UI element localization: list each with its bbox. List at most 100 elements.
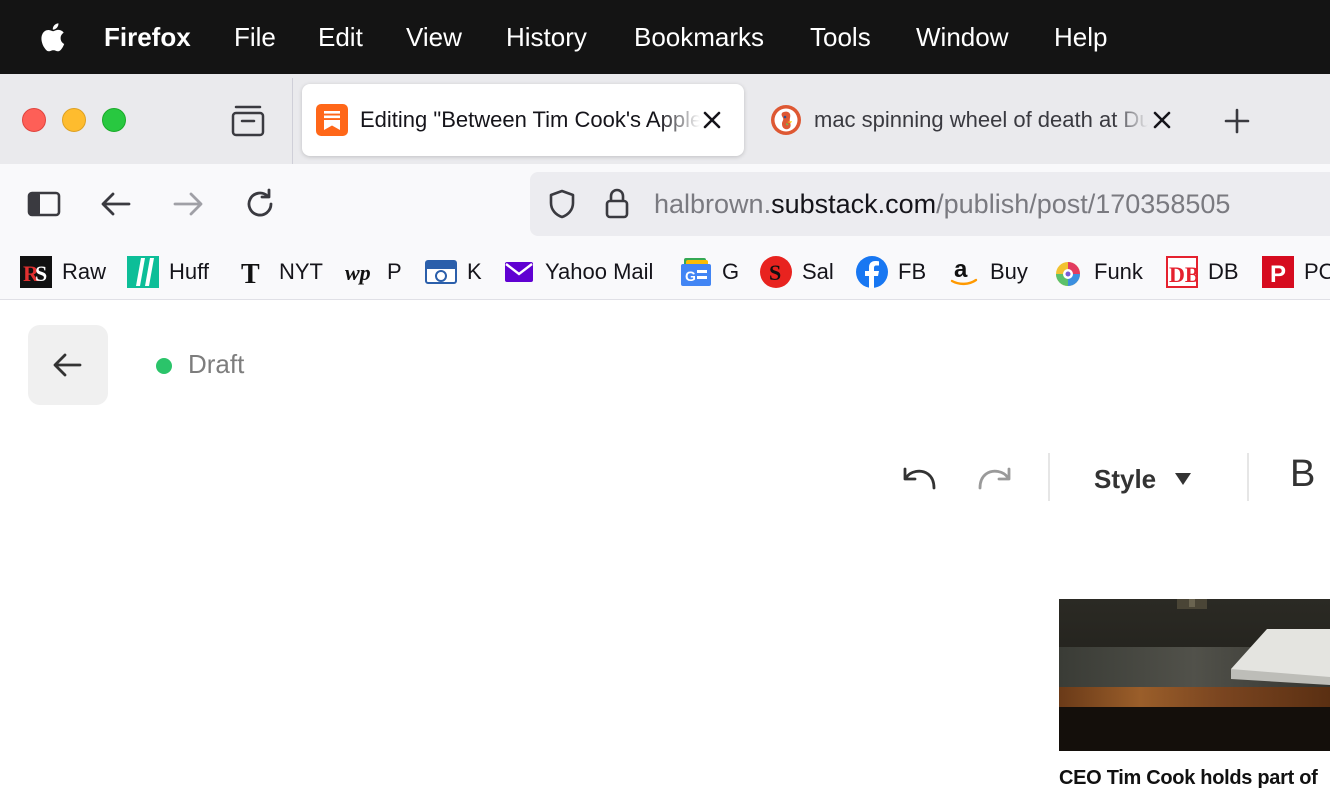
substack-icon (316, 104, 348, 136)
bookmark-facebook[interactable]: FB (856, 256, 926, 288)
bookmark-label: P (387, 259, 402, 284)
menu-bookmarks[interactable]: Bookmarks (634, 0, 764, 74)
menu-window[interactable]: Window (916, 0, 1008, 74)
bookmark-label: NYT (279, 259, 323, 284)
menu-app-name[interactable]: Firefox (104, 0, 191, 74)
bookmark-salon[interactable]: S Sal (760, 256, 834, 288)
back-arrow-icon[interactable] (98, 186, 134, 222)
facebook-icon (856, 256, 888, 288)
bold-button[interactable]: B (1290, 453, 1315, 496)
tab-divider (292, 78, 293, 164)
new-tab-plus-icon[interactable] (1222, 106, 1252, 136)
post-image[interactable] (1059, 599, 1330, 751)
bookmark-wapo[interactable]: wp P (345, 256, 402, 288)
svg-text:S: S (35, 261, 47, 286)
window-close-button[interactable] (22, 108, 46, 132)
svg-text:a: a (954, 256, 968, 283)
apple-logo-icon[interactable] (36, 20, 66, 54)
bookmark-label: Sal (802, 259, 834, 284)
url-text[interactable]: halbrown.substack.com/publish/post/17035… (654, 172, 1230, 236)
funk-icon (1056, 262, 1080, 286)
lock-icon[interactable] (602, 186, 632, 220)
svg-text:wp: wp (345, 260, 371, 285)
bookmark-politico[interactable]: P PO (1262, 256, 1330, 288)
close-tab-icon[interactable] (1150, 108, 1174, 132)
bookmarks-toolbar: R S Raw Huff T NYT wp P K Yahoo Mail G G… (0, 244, 1330, 300)
substack-editor-page: Draft Style B CEO Tim Cook holds part of (0, 301, 1330, 802)
sidebar-toggle-icon[interactable] (26, 186, 62, 222)
menu-tools[interactable]: Tools (810, 0, 871, 74)
forward-arrow-icon[interactable] (170, 186, 206, 222)
koin-icon (425, 260, 457, 284)
post-image-photo (1059, 599, 1330, 751)
image-caption[interactable]: CEO Tim Cook holds part of (1059, 767, 1330, 790)
tab-title: Editing "Between Tim Cook's Apple (360, 107, 700, 132)
bookmark-amazon[interactable]: a Buy (948, 256, 1028, 288)
tab-title: mac spinning wheel of death at DuckDuckG… (814, 107, 1148, 132)
url-bar[interactable]: halbrown.substack.com/publish/post/17035… (530, 172, 1330, 236)
bookmark-huff[interactable]: Huff (127, 256, 209, 288)
macos-menu-bar: Firefox File Edit View History Bookmarks… (0, 0, 1330, 74)
washington-post-icon: wp (345, 260, 371, 285)
bookmark-label: DB (1208, 259, 1239, 284)
style-dropdown[interactable]: Style (1094, 459, 1192, 499)
tab-duckduckgo-search[interactable]: mac spinning wheel of death at DuckDuckG… (756, 84, 1196, 156)
navigation-toolbar: halbrown.substack.com/publish/post/17035… (0, 164, 1330, 244)
menu-history[interactable]: History (506, 0, 587, 74)
url-prefix: halbrown. (654, 189, 772, 219)
tab-list-icon[interactable] (228, 104, 268, 138)
caret-down-icon (1175, 473, 1192, 485)
bookmark-label: Buy (990, 259, 1028, 284)
bookmark-label: G (722, 259, 740, 284)
window-minimize-button[interactable] (62, 108, 86, 132)
bookmark-label: PO (1304, 259, 1330, 284)
bookmark-funk[interactable]: Funk (1052, 256, 1143, 288)
menu-edit[interactable]: Edit (318, 0, 363, 74)
raw-story-icon: R S (20, 256, 52, 288)
bookmark-raw[interactable]: R S Raw (20, 256, 106, 288)
politico-icon: P (1262, 256, 1294, 288)
svg-text:G: G (685, 268, 696, 284)
svg-text:P: P (1270, 261, 1286, 288)
salon-icon: S (760, 256, 792, 288)
bookmark-label: Raw (62, 259, 107, 284)
google-news-icon: G (681, 258, 711, 286)
undo-icon[interactable] (902, 463, 940, 493)
window-zoom-button[interactable] (102, 108, 126, 132)
draft-status-label: Draft (188, 349, 245, 379)
close-tab-icon[interactable] (700, 108, 724, 132)
yahoo-mail-icon (505, 262, 533, 282)
url-domain: substack.com (771, 189, 937, 219)
bookmark-google-news[interactable]: G G (680, 256, 739, 288)
redo-icon[interactable] (974, 463, 1012, 493)
nyt-icon: T (241, 259, 260, 288)
bookmark-label: FB (898, 259, 927, 284)
menu-file[interactable]: File (234, 0, 276, 74)
editor-back-button[interactable] (28, 325, 108, 405)
bookmark-daily-beast[interactable]: DB DB (1166, 256, 1239, 288)
tracking-protection-shield-icon[interactable] (546, 188, 578, 220)
svg-text:S: S (769, 260, 781, 285)
duckduckgo-icon (771, 105, 801, 135)
menu-help[interactable]: Help (1054, 0, 1107, 74)
url-path: /publish/post/170358505 (936, 189, 1231, 219)
style-dropdown-label: Style (1094, 463, 1157, 494)
bookmark-yahoo-mail[interactable]: Yahoo Mail (503, 256, 653, 288)
tab-substack-editor[interactable]: Editing "Between Tim Cook's Apple (302, 84, 744, 156)
bookmark-label: Huff (169, 259, 209, 284)
bookmark-label: Funk (1094, 259, 1143, 284)
daily-beast-icon: DB (1166, 256, 1198, 288)
bookmark-nyt[interactable]: T NYT (237, 256, 323, 288)
bookmark-label: Yahoo Mail (545, 259, 654, 284)
svg-text:T: T (241, 259, 260, 288)
bookmark-koin[interactable]: K (425, 256, 482, 288)
huffpost-icon (127, 256, 159, 288)
bookmark-label: K (467, 259, 482, 284)
tab-strip: Editing "Between Tim Cook's Apple mac sp… (0, 74, 1330, 164)
svg-text:DB: DB (1169, 262, 1198, 287)
draft-status-dot (156, 358, 172, 374)
amazon-icon: a (950, 256, 978, 286)
reload-icon[interactable] (242, 186, 278, 222)
menu-view[interactable]: View (406, 0, 462, 74)
toolbar-divider (1048, 453, 1050, 501)
